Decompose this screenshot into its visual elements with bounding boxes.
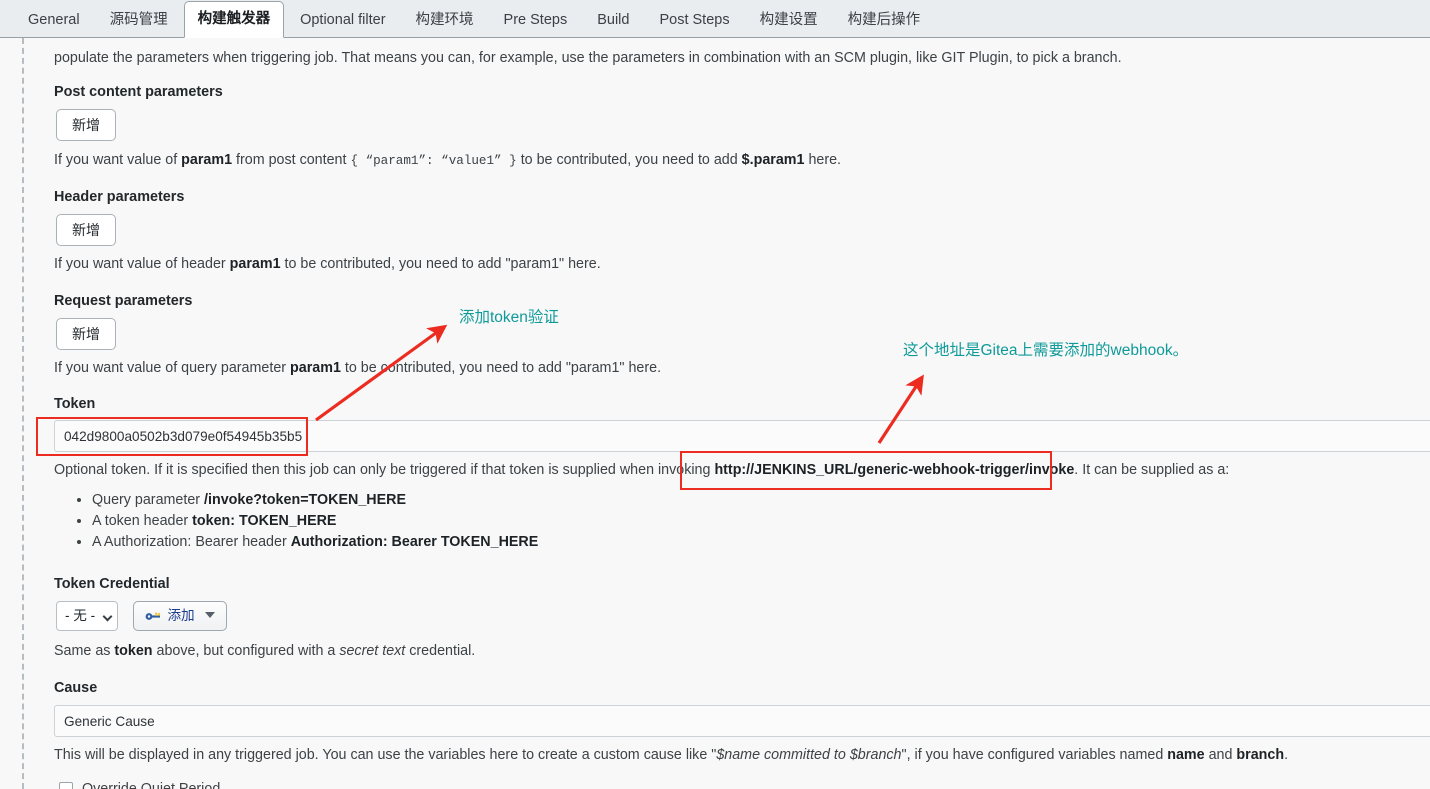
list-item: A Authorization: Bearer header Authoriza… — [92, 532, 538, 553]
chevron-down-icon — [103, 612, 113, 622]
help-bold-param1: param1 — [230, 256, 281, 272]
section-dashed-divider — [22, 38, 24, 789]
token-credential-help: Same as token above, but configured with… — [54, 642, 475, 661]
tab-post-build-actions[interactable]: 构建后操作 — [834, 4, 935, 38]
help-text-post: to be contributed, you need to add "para… — [281, 256, 601, 272]
help-text-and: and — [1205, 747, 1237, 763]
help-text-pre: This will be displayed in any triggered … — [54, 747, 716, 763]
webhook-invoke-url: http://JENKINS_URL/generic-webhook-trigg… — [714, 462, 1074, 478]
add-credential-label: 添加 — [167, 608, 194, 623]
tab-source-code-management[interactable]: 源码管理 — [96, 4, 182, 38]
override-quiet-period-label: Override Quiet Period — [82, 781, 220, 789]
help-bold-param1: param1 — [181, 152, 232, 168]
bullet-text: A Authorization: Bearer header — [92, 534, 291, 550]
tab-build[interactable]: Build — [583, 4, 643, 38]
add-header-parameter-button[interactable]: 新增 — [56, 214, 116, 246]
tab-optional-filter[interactable]: Optional filter — [286, 4, 399, 38]
override-quiet-period-row[interactable]: Override Quiet Period — [59, 781, 220, 789]
token-credential-label: Token Credential — [54, 575, 170, 593]
token-input[interactable] — [54, 420, 1430, 452]
help-text-post: . — [1284, 747, 1288, 763]
tab-build-triggers[interactable]: 构建触发器 — [184, 1, 285, 38]
build-triggers-panel: populate the parameters when triggering … — [0, 38, 1430, 789]
help-text-post: to be contributed, you need to add "para… — [341, 360, 661, 376]
post-content-parameters-help: If you want value of param1 from post co… — [54, 151, 841, 171]
jenkins-config-page: General 源码管理 构建触发器 Optional filter 构建环境 … — [0, 0, 1430, 789]
token-credential-select-value: - 无 - — [65, 608, 95, 623]
help-bold-branch: branch — [1236, 747, 1284, 763]
help-text-post: here. — [804, 152, 841, 168]
help-text-mid: from post content — [232, 152, 350, 168]
help-code-sample: { “param1”: “value1” } — [350, 154, 516, 168]
post-content-parameters-label: Post content parameters — [54, 83, 223, 101]
help-text-pre: If you want value of query parameter — [54, 360, 290, 376]
token-credential-select[interactable]: - 无 - — [56, 601, 118, 631]
header-parameters-help: If you want value of header param1 to be… — [54, 255, 601, 274]
bullet-text: Query parameter — [92, 492, 204, 508]
tab-pre-steps[interactable]: Pre Steps — [490, 4, 582, 38]
help-text-pre: If you want value of — [54, 152, 181, 168]
tab-build-settings[interactable]: 构建设置 — [746, 4, 832, 38]
request-parameters-label: Request parameters — [54, 292, 192, 310]
help-italic-secret-text: secret text — [339, 643, 405, 659]
help-bold-dollar-param1: $.param1 — [742, 152, 805, 168]
list-item: A token header token: TOKEN_HERE — [92, 511, 538, 532]
request-parameters-help: If you want value of query parameter par… — [54, 359, 661, 378]
help-text-post: . It can be supplied as a: — [1074, 462, 1229, 478]
tab-general[interactable]: General — [14, 4, 94, 38]
bullet-bold: token: TOKEN_HERE — [192, 513, 336, 529]
header-parameters-label: Header parameters — [54, 188, 184, 206]
list-item: Query parameter /invoke?token=TOKEN_HERE — [92, 490, 538, 511]
cause-input[interactable] — [54, 705, 1430, 737]
key-icon — [145, 610, 165, 625]
token-label: Token — [54, 395, 95, 413]
add-credential-button[interactable]: 添加 — [133, 601, 228, 631]
intro-paragraph: populate the parameters when triggering … — [54, 49, 1414, 68]
add-post-content-parameter-button[interactable]: 新增 — [56, 109, 116, 141]
help-italic-name-committed: $name committed to $branch — [716, 747, 901, 763]
help-text-pre: Same as — [54, 643, 114, 659]
caret-down-icon — [205, 612, 215, 618]
token-help: Optional token. If it is specified then … — [54, 461, 1424, 480]
config-tab-bar: General 源码管理 构建触发器 Optional filter 构建环境 … — [0, 0, 1430, 38]
bullet-bold: /invoke?token — [204, 492, 300, 508]
help-bold-token: token — [114, 643, 152, 659]
bullet-text: A token header — [92, 513, 192, 529]
cause-label: Cause — [54, 679, 97, 697]
tab-post-steps[interactable]: Post Steps — [645, 4, 743, 38]
cause-help: This will be displayed in any triggered … — [54, 746, 1288, 765]
help-text-mid: above, but configured with a — [153, 643, 340, 659]
help-text-mid2: to be contributed, you need to add — [517, 152, 742, 168]
tab-build-environment[interactable]: 构建环境 — [402, 4, 488, 38]
help-text-post: credential. — [405, 643, 475, 659]
help-bold-param1: param1 — [290, 360, 341, 376]
annotation-token-note: 添加token验证 — [459, 305, 559, 327]
help-text-pre: If you want value of header — [54, 256, 230, 272]
token-supply-methods-list: Query parameter /invoke?token=TOKEN_HERE… — [54, 490, 538, 553]
help-text-mid: ", if you have configured variables name… — [902, 747, 1168, 763]
help-text-pre: Optional token. If it is specified then … — [54, 462, 714, 478]
bullet-bold: Authorization: Bearer TOKEN_HERE — [291, 534, 539, 550]
help-bold-name: name — [1167, 747, 1204, 763]
override-quiet-period-checkbox[interactable] — [59, 782, 73, 789]
bullet-tail: =TOKEN_HERE — [300, 492, 406, 508]
add-request-parameter-button[interactable]: 新增 — [56, 318, 116, 350]
annotation-webhook-note: 这个地址是Gitea上需要添加的webhook。 — [903, 338, 1188, 360]
